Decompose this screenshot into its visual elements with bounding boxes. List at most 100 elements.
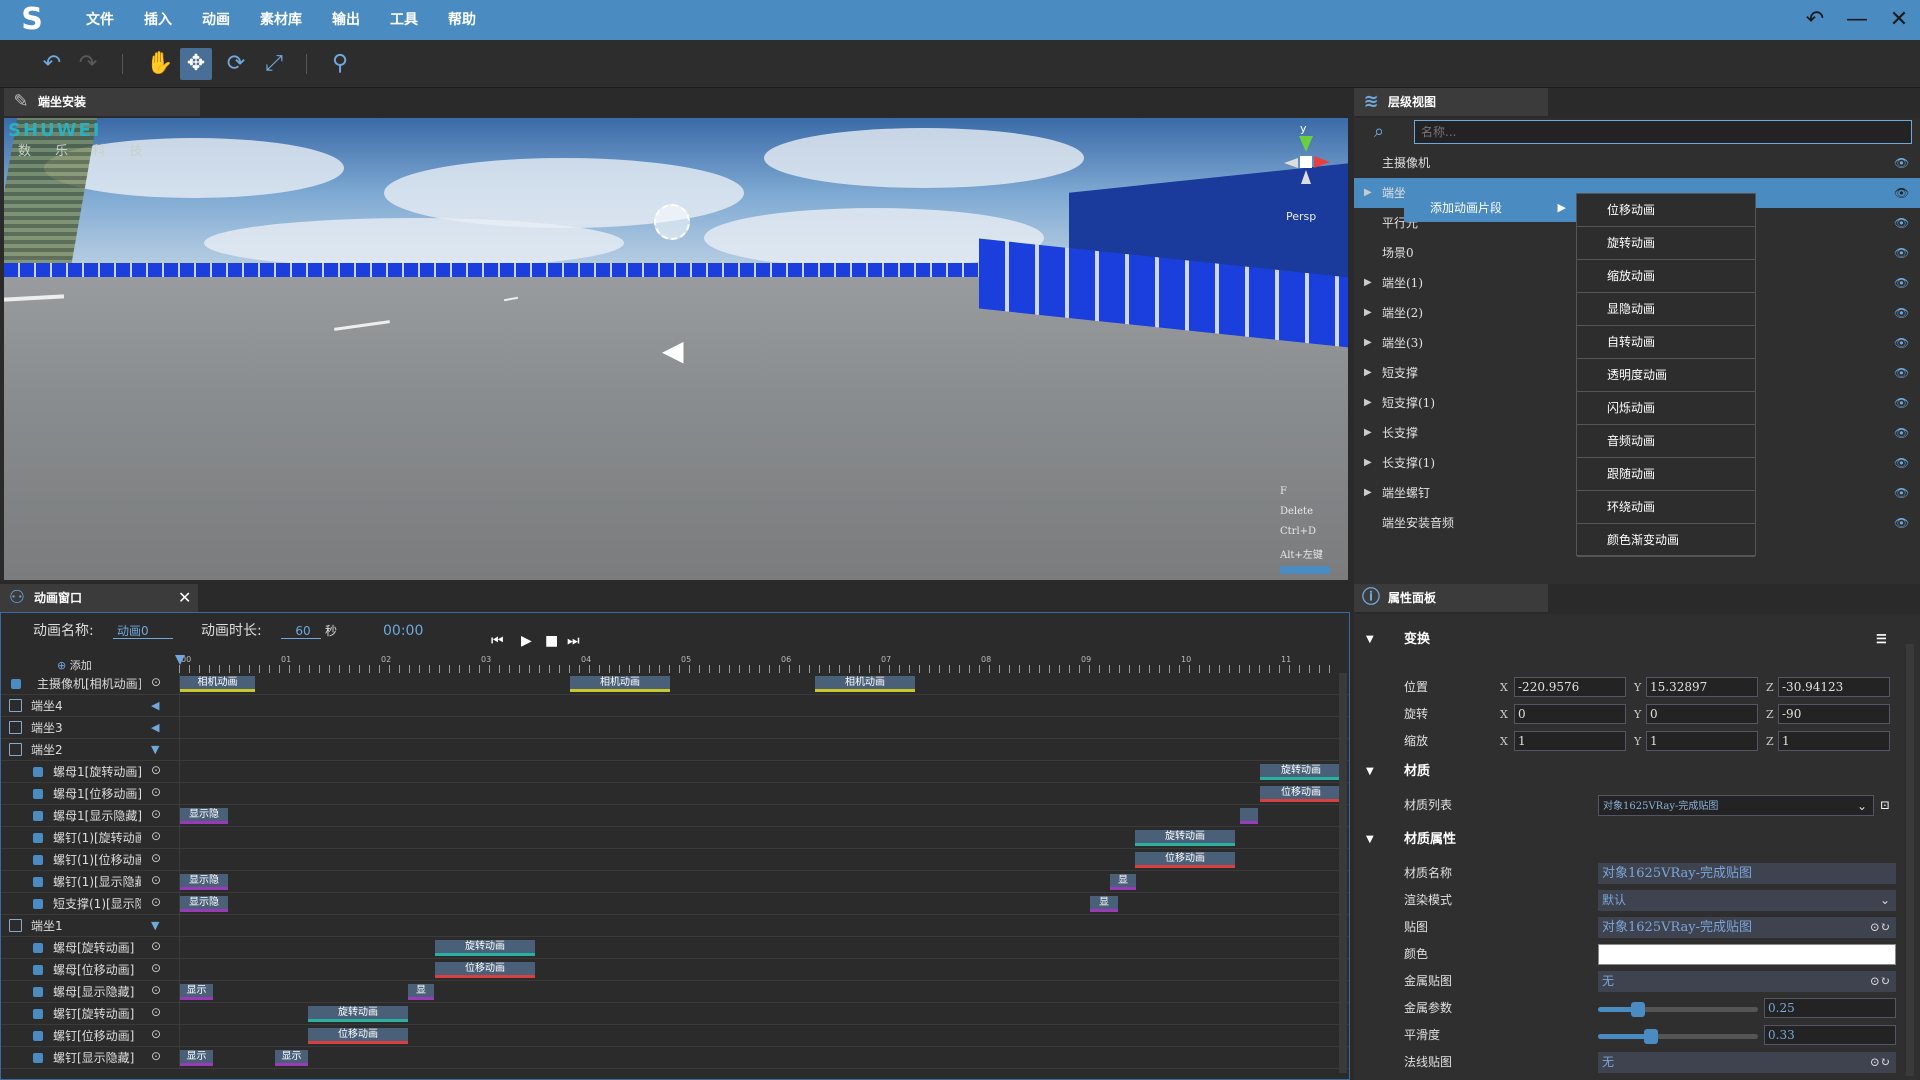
animation-clip[interactable]: 位移动画	[1135, 852, 1235, 868]
submenu-item[interactable]: 闪烁动画	[1577, 392, 1755, 425]
track-target-icon[interactable]: ⊙	[151, 807, 161, 821]
move-icon[interactable]: ✥	[180, 48, 212, 80]
track-target-icon[interactable]: ⊙	[151, 961, 161, 975]
animation-clip[interactable]: 旋转动画	[1260, 764, 1342, 780]
expand-arrow-icon[interactable]: ▶	[1364, 298, 1372, 328]
timeline-scrollbar[interactable]	[1339, 673, 1347, 1073]
animation-clip[interactable]: 显示	[275, 1050, 308, 1066]
track-row[interactable]: 螺母[位移动画] ⊙ 位移动画	[1, 959, 1349, 981]
anim-duration-field[interactable]: 60	[281, 623, 321, 639]
anim-name-field[interactable]: 动画0	[113, 623, 173, 639]
rotation-x-input[interactable]: 0	[1514, 704, 1626, 724]
track-checkbox[interactable]	[33, 987, 43, 997]
gizmo-neg-y-axis[interactable]	[1301, 170, 1311, 184]
scale-y-input[interactable]: 1	[1646, 731, 1758, 751]
add-person-icon[interactable]: ⚲	[324, 48, 356, 80]
track-lane[interactable]: 旋转动画	[179, 827, 1339, 849]
minimize-icon[interactable]: —	[1836, 0, 1878, 40]
expand-arrow-icon[interactable]: ▶	[1364, 268, 1372, 298]
track-group-row[interactable]: 端坐4 ◀	[1, 695, 1349, 717]
fullscreen-icon[interactable]: ⤢	[258, 48, 290, 80]
expand-arrow-icon[interactable]: ▶	[1364, 418, 1372, 448]
animation-clip[interactable]: 相机动画	[815, 676, 915, 692]
expand-arrow-icon[interactable]: ▶	[1364, 388, 1372, 418]
track-row[interactable]: 短支撑(1)[显示隐藏] ⊙ 显示隐 显	[1, 893, 1349, 915]
properties-scrollbar[interactable]	[1906, 644, 1914, 1076]
menu-insert[interactable]: 插入	[144, 0, 172, 40]
axis-gizmo[interactable]: y Persp	[1270, 122, 1340, 223]
position-y-input[interactable]: 15.32897	[1646, 677, 1758, 697]
animation-clip[interactable]: 位移动画	[308, 1028, 408, 1044]
menu-animation[interactable]: 动画	[202, 0, 230, 40]
visibility-eye-icon[interactable]: 👁	[1894, 238, 1909, 268]
scale-z-input[interactable]: 1	[1778, 731, 1890, 751]
animation-clip[interactable]: 显示	[180, 984, 213, 1000]
track-lane[interactable]	[179, 717, 1339, 739]
track-lane[interactable]: 显示隐	[179, 805, 1339, 827]
animation-clip[interactable]: 旋转动画	[1135, 830, 1235, 846]
menu-export[interactable]: 输出	[332, 0, 360, 40]
track-lane[interactable]: 位移动画	[179, 1025, 1339, 1047]
expand-arrow-icon[interactable]: ▶	[1364, 178, 1372, 208]
texture-field[interactable]: 对象1625VRay-完成贴图 ⊙↻	[1598, 917, 1896, 938]
track-lane[interactable]: 旋转动画	[179, 937, 1339, 959]
submenu-item[interactable]: 位移动画	[1577, 194, 1755, 227]
track-checkbox[interactable]	[33, 811, 43, 821]
animation-clip[interactable]: 显	[408, 984, 434, 1000]
track-row[interactable]: 螺钉(1)[位移动画] ⊙ 位移动画	[1, 849, 1349, 871]
close-tab-icon[interactable]: ✕	[178, 584, 191, 612]
track-lane[interactable]: 位移动画	[179, 849, 1339, 871]
track-lane[interactable]	[179, 695, 1339, 717]
hint-scrollbar[interactable]	[1280, 566, 1330, 574]
play-icon[interactable]: ▶	[521, 623, 532, 659]
smoothness-slider[interactable]	[1598, 1029, 1758, 1044]
add-track-button[interactable]: ⊕ 添加	[57, 657, 92, 673]
visibility-eye-icon[interactable]: 👁	[1894, 358, 1909, 388]
submenu-item[interactable]: 缩放动画	[1577, 260, 1755, 293]
track-target-icon[interactable]: ⊙	[151, 763, 161, 777]
track-target-icon[interactable]: ⊙	[151, 939, 161, 953]
track-lane[interactable]: 显示 显示	[179, 1047, 1339, 1069]
gizmo-y-axis[interactable]	[1299, 136, 1313, 152]
track-checkbox[interactable]	[33, 789, 43, 799]
animation-clip[interactable]: 显	[1090, 896, 1118, 912]
submenu-item[interactable]: 旋转动画	[1577, 227, 1755, 260]
track-row[interactable]: 螺母1[显示隐藏] ⊙ 显示隐	[1, 805, 1349, 827]
metallic-input[interactable]: 0.25	[1764, 998, 1896, 1018]
track-row[interactable]: 螺母1[位移动画] ⊙ 位移动画	[1, 783, 1349, 805]
track-lane[interactable]: 位移动画	[179, 959, 1339, 981]
track-lane[interactable]: 显示隐 显	[179, 893, 1339, 915]
track-checkbox[interactable]	[33, 1009, 43, 1019]
visibility-eye-icon[interactable]: 👁	[1894, 478, 1909, 508]
track-row[interactable]: 螺钉(1)[显示隐藏] ⊙ 显示隐 显	[1, 871, 1349, 893]
animation-clip[interactable]: 位移动画	[435, 962, 535, 978]
track-checkbox[interactable]	[33, 1031, 43, 1041]
track-target-icon[interactable]: ⊙	[151, 785, 161, 799]
animation-clip[interactable]: 显示	[180, 1050, 213, 1066]
track-row[interactable]: 螺钉(1)[旋转动画] ⊙ 旋转动画	[1, 827, 1349, 849]
position-x-input[interactable]: -220.9576	[1514, 677, 1626, 697]
group-collapse-icon[interactable]: ◀	[151, 721, 159, 734]
track-checkbox[interactable]	[33, 899, 43, 909]
material-section[interactable]: ▼ 材质	[1354, 758, 1920, 785]
track-checkbox[interactable]	[33, 833, 43, 843]
track-target-icon[interactable]: ⊙	[151, 675, 161, 689]
close-icon[interactable]: ✕	[1878, 0, 1920, 40]
submenu-item[interactable]: 音频动画	[1577, 425, 1755, 458]
visibility-eye-icon[interactable]: 👁	[1894, 448, 1909, 478]
playhead[interactable]	[175, 655, 185, 665]
track-checkbox[interactable]	[33, 943, 43, 953]
redo-icon[interactable]: ↷	[72, 48, 104, 80]
search-input[interactable]	[1414, 120, 1912, 144]
target-reset-icon[interactable]: ⊙↻	[1870, 971, 1890, 992]
light-icon[interactable]	[654, 204, 690, 240]
submenu-item[interactable]: 颜色渐变动画	[1577, 524, 1755, 557]
material-props-section[interactable]: ▼ 材质属性	[1354, 826, 1920, 853]
submenu-item[interactable]: 环绕动画	[1577, 491, 1755, 524]
menu-asset-library[interactable]: 素材库	[260, 0, 302, 40]
track-lane[interactable]: 显示 显	[179, 981, 1339, 1003]
animation-tab[interactable]: ⚇ 动画窗口 ✕	[0, 584, 198, 612]
submenu-item[interactable]: 自转动画	[1577, 326, 1755, 359]
animation-clip[interactable]: 旋转动画	[435, 940, 535, 956]
material-name-field[interactable]: 对象1625VRay-完成贴图	[1598, 863, 1896, 884]
